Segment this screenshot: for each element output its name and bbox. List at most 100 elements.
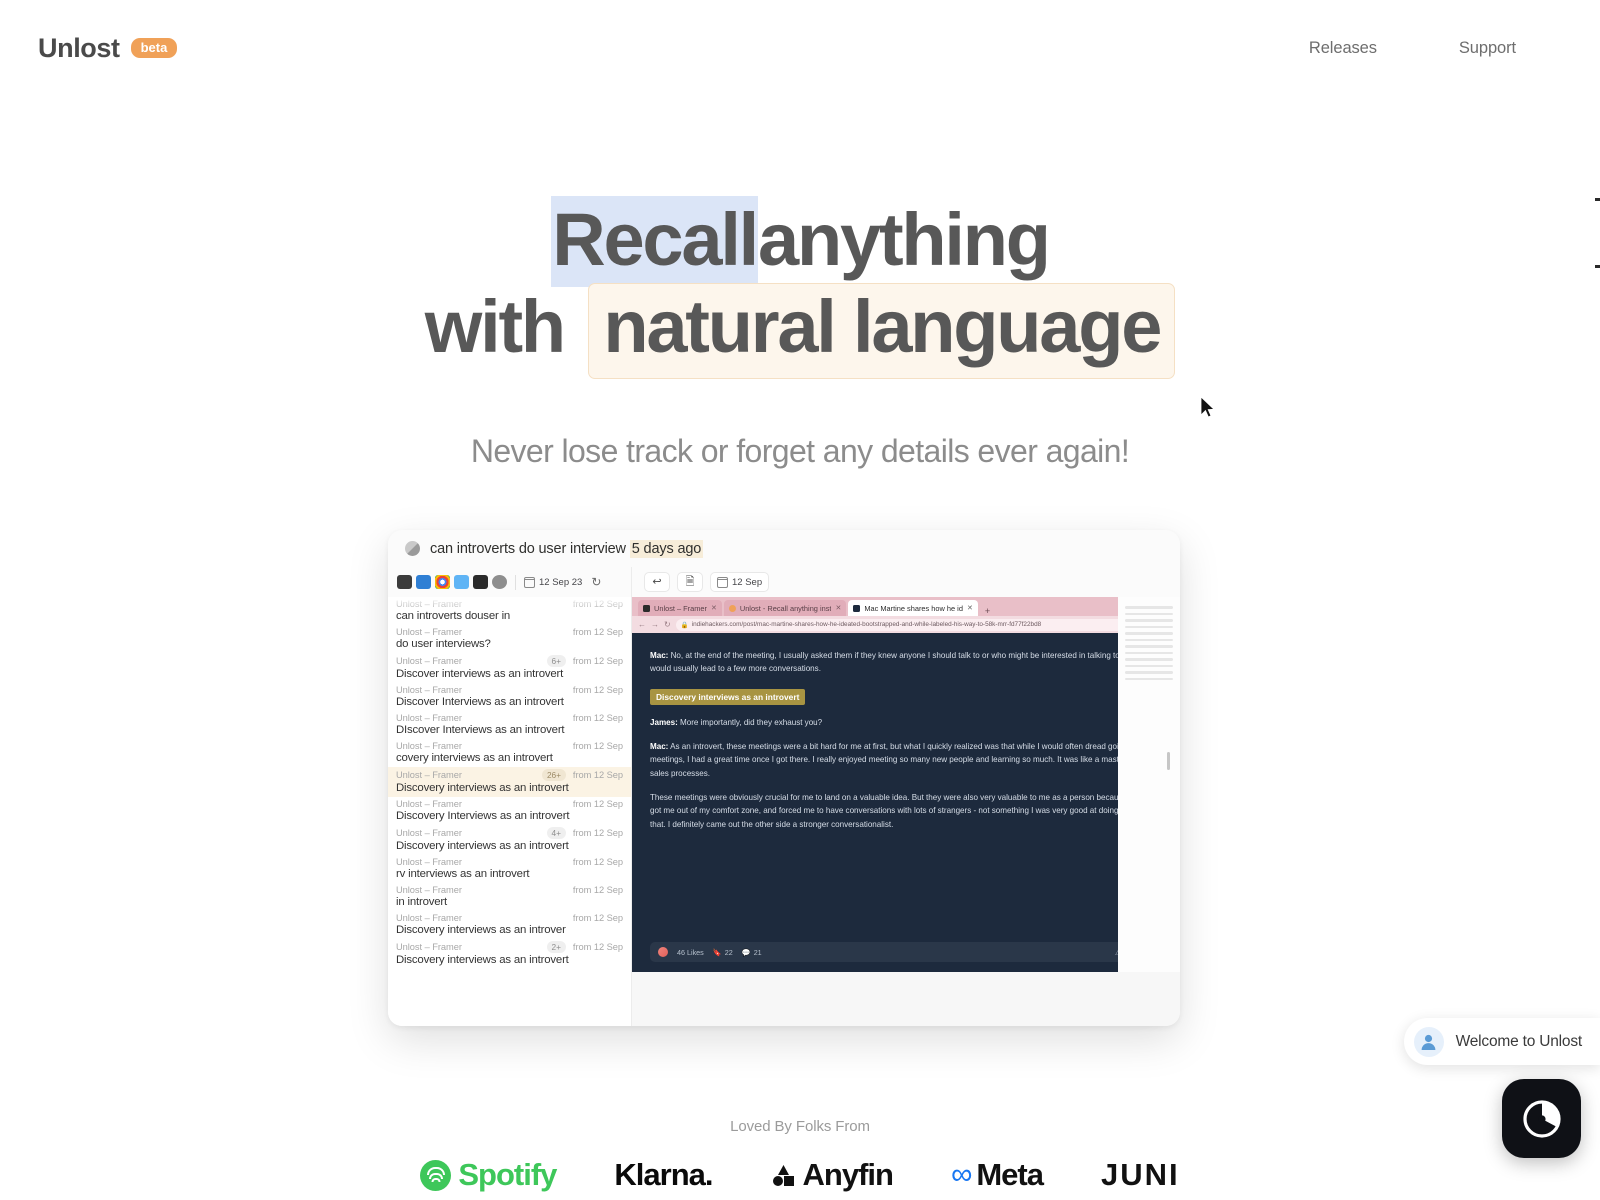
article-content: Mac: No, at the end of the meeting, I us… [632,633,1172,972]
close-icon[interactable]: ✕ [967,604,973,612]
results-list[interactable]: Unlost – Framer from 12 Sep can introverts… [388,597,631,1026]
result-meta: Unlost – Framer from 12 Sep [396,885,623,895]
spotify-icon [420,1159,452,1191]
nav-link-support[interactable]: Support [1459,39,1516,58]
browser-tab[interactable]: Unlost – Framer ✕ [638,600,722,616]
like-icon[interactable] [658,947,668,957]
result-item[interactable]: Unlost – Framer from 12 Sep Discovery Inte… [388,797,631,825]
result-source: Unlost – Framer [396,713,462,723]
result-item[interactable]: Unlost – Framer from 12 Sep Discovery inte… [388,911,631,939]
article-action-bar: 46 Likes 🔖 22 💬 21 ⚠ Report [650,942,1154,962]
result-date: from 12 Sep [572,828,623,838]
result-item[interactable]: Unlost – Framer from 12 Sep Discover Inter… [388,683,631,711]
browser-tab[interactable]: Unlost - Recall anything inst ✕ [723,600,847,616]
result-title: Discovery interviews as an introvert [396,954,569,966]
result-meta: Unlost – Framer from 12 Sep [396,741,623,751]
article-text: More importantly, did they exhaust you? [677,717,823,727]
outline-line [1125,658,1173,661]
social-proof-section: Loved By Folks From Spotify Klarna. Anyf… [0,1118,1600,1193]
result-item[interactable]: Unlost – Framer 2+ from 12 Sep Discovery in… [388,939,631,969]
result-item[interactable]: Unlost – Framer from 12 Sep in introvert [388,883,631,911]
outline-line [1125,625,1173,628]
nav-link-releases[interactable]: Releases [1309,39,1377,58]
result-source: Unlost – Framer [396,741,462,751]
preview-date-button[interactable]: 12 Sep [710,572,770,592]
result-date: from 12 Sep [572,656,623,666]
logos-row: Spotify Klarna. Anyfin ∞ Meta JUNI [0,1157,1600,1193]
result-date: from 12 Sep [572,942,623,952]
url-text: indiehackers.com/post/mac-martine-shares… [691,621,1042,628]
result-source: Unlost – Framer [396,885,462,895]
result-date: from 12 Sep [572,857,623,867]
result-item[interactable]: Unlost – Framer from 12 Sep do user interv… [388,625,631,653]
new-tab-button[interactable]: + [980,606,995,616]
back-icon[interactable]: ← [638,620,646,629]
result-count-badge: 6+ [546,655,566,667]
result-item[interactable]: Unlost – Framer from 12 Sep covery intervi… [388,739,631,767]
terminal-icon[interactable] [473,575,488,589]
chat-launcher-button[interactable] [1502,1079,1581,1158]
preview-scrollbar[interactable] [1167,752,1170,770]
chat-greeting-text: Welcome to Unlost [1455,1032,1583,1050]
result-item[interactable]: Unlost – Framer 4+ from 12 Sep Discovery in… [388,825,631,855]
search-query-text: can introverts do user interview [430,540,626,557]
headline-boxed-text: natural language [603,285,1162,369]
close-icon[interactable]: ✕ [711,604,717,612]
result-item[interactable]: Unlost – Framer from 12 Sep DIscover Inter… [388,711,631,739]
result-date: from 12 Sep [572,799,623,809]
settings-icon[interactable] [492,575,507,589]
reload-icon[interactable]: ↻ [664,620,671,629]
outline-line [1125,619,1173,622]
brand-logo[interactable]: Unlost beta [38,33,178,64]
logo-label: Klarna. [614,1157,713,1192]
logo-label: Spotify [458,1157,557,1192]
toolbar-divider [515,574,516,590]
headline-selected-word: Recall [551,196,759,287]
article-highlight: Discovery interviews as an introvert [650,688,806,705]
result-meta: Unlost – Framer 6+ from 12 Sep [396,655,623,667]
result-title: Discovery interviews as an introver [396,924,566,936]
result-item-selected[interactable]: Unlost – Framer 26+ from 12 Sep Discovery i… [388,767,631,797]
browser-tab-active[interactable]: Mac Martine shares how he id ✕ [848,600,978,616]
beta-badge: beta [130,38,178,58]
chat-launcher-icon [1522,1099,1561,1138]
preview-toolbar: ↩ 🗎 12 Sep [632,567,1180,597]
search-time-filter: 5 days ago [629,539,704,558]
result-count-badge: 2+ [546,941,566,953]
likes-count: 46 Likes [677,947,704,957]
return-button[interactable]: ↩ [644,572,670,592]
app-search-query: can introverts do user interview 5 days … [430,539,704,558]
vscode-icon[interactable] [416,575,431,589]
side-outline-panel [1118,597,1180,972]
close-icon[interactable]: ✕ [835,604,841,612]
video-camera-icon[interactable] [397,575,412,589]
browser-url-bar: ← → ↻ 🔒 indiehackers.com/post/mac-martin… [632,616,1172,633]
preview-date-label: 12 Sep [732,576,763,588]
mail-icon[interactable] [454,575,469,589]
url-input[interactable]: 🔒 indiehackers.com/post/mac-martine-shar… [675,618,1125,631]
result-meta: Unlost – Framer from 12 Sep [396,799,623,809]
bookmark-action[interactable]: 🔖 22 [713,948,733,957]
refresh-icon[interactable]: ↻ [591,575,601,589]
document-button[interactable]: 🗎 [677,572,703,592]
hero-section: Recall anything with natural language Nev… [0,196,1600,470]
chrome-icon[interactable] [435,575,450,589]
forward-icon[interactable]: → [651,620,659,629]
toolbar-date-filter[interactable]: 12 Sep 23 [524,576,582,588]
document-icon: 🗎 [685,575,695,588]
headline-line-1: Recall anything [0,196,1600,287]
browser-tab-label: Unlost - Recall anything inst [739,603,832,613]
result-item[interactable]: Unlost – Framer from 12 Sep rv interviews … [388,855,631,883]
app-search-bar[interactable]: can introverts do user interview 5 days … [388,530,1180,567]
chat-greeting-bubble[interactable]: Welcome to Unlost [1403,1018,1600,1065]
result-meta: Unlost – Framer 4+ from 12 Sep [396,827,623,839]
comment-action[interactable]: 💬 21 [742,948,762,957]
results-fade-bottom [388,1010,631,1026]
result-meta: Unlost – Framer from 12 Sep [396,857,623,867]
result-item[interactable]: Unlost – Framer 6+ from 12 Sep Discover int… [388,653,631,683]
browser-tab-label: Mac Martine shares how he id [864,603,963,613]
result-source: Unlost – Framer [396,656,462,666]
results-fade-top [388,597,631,611]
result-count-badge: 4+ [546,827,566,839]
article-text: As an introvert, these meetings were a b… [650,742,1153,778]
